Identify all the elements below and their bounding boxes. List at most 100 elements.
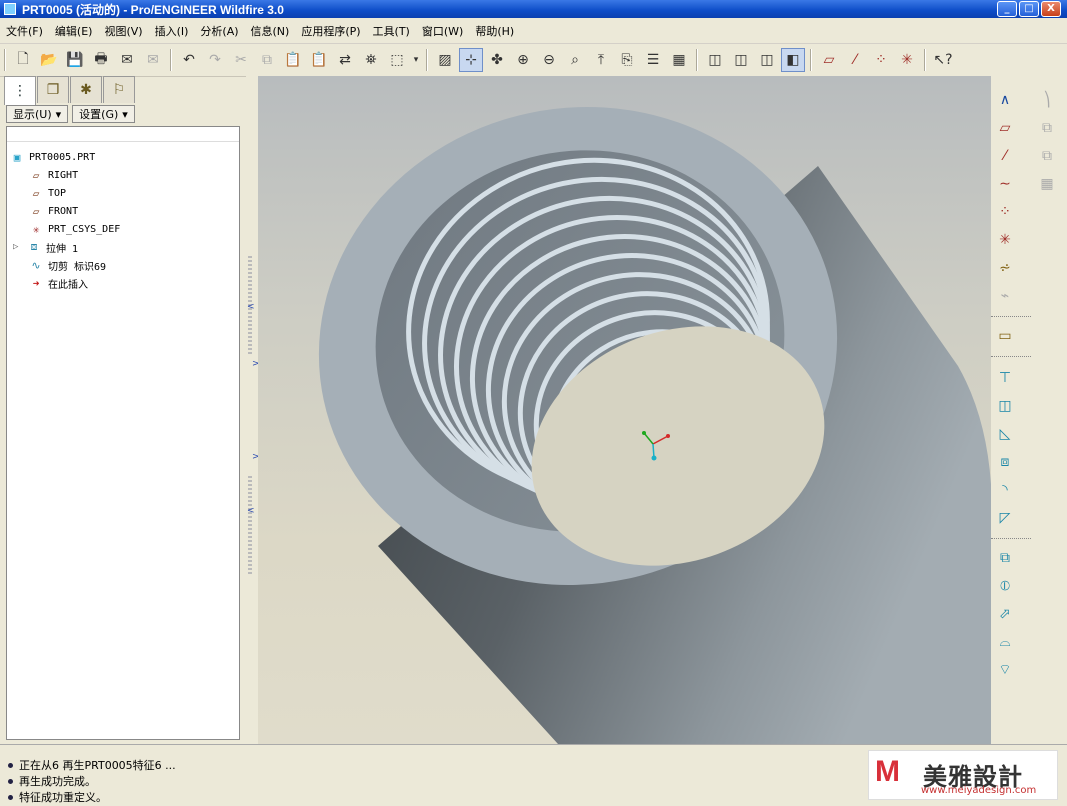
- datum-axis-tool-icon[interactable]: ⁄: [993, 144, 1017, 168]
- mail-attach-icon[interactable]: ✉: [141, 48, 165, 72]
- regenerate-icon[interactable]: ⇄: [333, 48, 357, 72]
- revolve-tool-icon[interactable]: ◫: [993, 394, 1017, 418]
- analysis-icon[interactable]: ⩫: [993, 256, 1017, 280]
- wireframe-icon[interactable]: ◫: [703, 48, 727, 72]
- zoom-out-icon[interactable]: ⊖: [537, 48, 561, 72]
- spin-center-icon[interactable]: ⊹: [459, 48, 483, 72]
- no-hidden-icon[interactable]: ◫: [755, 48, 779, 72]
- rib-icon[interactable]: ⬀: [993, 602, 1017, 626]
- datum-plane-tool-icon[interactable]: ▱: [993, 116, 1017, 140]
- datum-axes-icon[interactable]: ⁄: [843, 48, 867, 72]
- hidden-line-icon[interactable]: ◫: [729, 48, 753, 72]
- menu-help[interactable]: 帮助(H): [469, 23, 520, 39]
- menu-window[interactable]: 窗口(W): [416, 23, 469, 39]
- menu-info[interactable]: 信息(N): [245, 23, 296, 39]
- tree-item-insert-here[interactable]: ➜ 在此插入: [29, 274, 88, 292]
- expand-arrow-icon[interactable]: ▷: [13, 242, 27, 252]
- menu-applications[interactable]: 应用程序(P): [295, 23, 366, 39]
- splitter-grip[interactable]: [248, 476, 252, 576]
- sketch-tool-icon[interactable]: ▭: [993, 324, 1017, 348]
- undo-icon[interactable]: ↶: [177, 48, 201, 72]
- send-mail-icon[interactable]: ✉: [115, 48, 139, 72]
- tree-item-right[interactable]: ▱ RIGHT: [29, 166, 78, 184]
- part-render[interactable]: [258, 76, 991, 744]
- folder-browser-icon[interactable]: ❐: [37, 76, 69, 103]
- tree-item-label: 切剪 标识69: [48, 261, 107, 273]
- intersect-icon[interactable]: ▦: [1035, 172, 1059, 196]
- refit-icon[interactable]: ⌕: [563, 48, 587, 72]
- trim-icon[interactable]: ⌔: [993, 658, 1017, 682]
- datum-planes-icon[interactable]: ▱: [817, 48, 841, 72]
- saved-views-icon[interactable]: ⎘: [615, 48, 639, 72]
- copy-icon[interactable]: ⧉: [255, 48, 279, 72]
- shell-icon[interactable]: ⦶: [993, 574, 1017, 598]
- connections-icon[interactable]: ⚐: [103, 76, 135, 103]
- repaint-icon[interactable]: ▨: [433, 48, 457, 72]
- open-folder-icon[interactable]: 📂: [37, 48, 61, 72]
- status-message: 特征成功重定义。: [8, 789, 107, 805]
- menu-analysis[interactable]: 分析(A): [194, 23, 244, 39]
- find-icon[interactable]: ⛯: [359, 48, 383, 72]
- new-file-icon[interactable]: 🗋: [11, 48, 35, 72]
- layers-icon[interactable]: ☰: [641, 48, 665, 72]
- paste-icon[interactable]: 📋: [281, 48, 305, 72]
- tree-item-front[interactable]: ▱ FRONT: [29, 202, 78, 220]
- tree-item-part[interactable]: ▣ PRT0005.PRT: [10, 148, 96, 166]
- menu-view[interactable]: 视图(V): [98, 23, 148, 39]
- dropdown-icon[interactable]: ▾: [411, 48, 421, 72]
- sketched-datum-icon[interactable]: ∧: [993, 88, 1017, 112]
- graphics-window[interactable]: [258, 76, 991, 744]
- menu-insert[interactable]: 插入(I): [149, 23, 195, 39]
- insert-datum-icon[interactable]: ⌁: [993, 284, 1017, 308]
- reorient-icon[interactable]: ⤒: [589, 48, 613, 72]
- collapse-arrow-icon[interactable]: <: [247, 302, 255, 312]
- print-icon[interactable]: 🖶: [89, 48, 113, 72]
- favorites-icon[interactable]: ✱: [70, 76, 102, 103]
- settings-button[interactable]: 设置(G) ▾: [72, 105, 135, 123]
- zoom-in-icon[interactable]: ⊕: [511, 48, 535, 72]
- menu-edit[interactable]: 编辑(E): [49, 23, 99, 39]
- variable-sweep-icon[interactable]: ◺: [993, 422, 1017, 446]
- pattern-icon[interactable]: ⧉: [1035, 144, 1059, 168]
- maximize-button[interactable]: □: [1019, 1, 1039, 17]
- show-button[interactable]: 显示(U) ▾: [6, 105, 69, 123]
- context-help-icon[interactable]: ↖?: [931, 48, 955, 72]
- csys-tool-icon[interactable]: ✳: [993, 228, 1017, 252]
- bullet-icon: [8, 778, 13, 784]
- redo-icon[interactable]: ↷: [203, 48, 227, 72]
- toolbar-separator: [991, 538, 1031, 540]
- tree-item-top[interactable]: ▱ TOP: [29, 184, 66, 202]
- model-tree-icon[interactable]: ⋮: [4, 76, 36, 105]
- panel-splitter[interactable]: < > > <: [246, 76, 260, 744]
- close-button[interactable]: X: [1041, 1, 1061, 17]
- hole-icon[interactable]: ⧉: [993, 546, 1017, 570]
- main-toolbar: 🗋 📂 💾 🖶 ✉ ✉ ↶ ↷ ✂ ⧉ 📋 📋 ⇄ ⛯ ⬚ ▾ ▨ ⊹ ✤ ⊕ …: [0, 44, 1067, 77]
- menu-tools[interactable]: 工具(T): [367, 23, 416, 39]
- round-icon[interactable]: ◝: [993, 478, 1017, 502]
- datum-curve-icon[interactable]: ∼: [993, 172, 1017, 196]
- blend-icon[interactable]: ⧈: [993, 450, 1017, 474]
- status-message: 再生成功完成。: [8, 773, 96, 789]
- minimize-button[interactable]: _: [997, 1, 1017, 17]
- datum-points-icon[interactable]: ⁘: [869, 48, 893, 72]
- cut-icon[interactable]: ✂: [229, 48, 253, 72]
- chamfer-icon[interactable]: ◸: [993, 506, 1017, 530]
- orient-mode-icon[interactable]: ✤: [485, 48, 509, 72]
- menu-file[interactable]: 文件(F): [0, 23, 49, 39]
- shading-icon[interactable]: ◧: [781, 48, 805, 72]
- paste-special-icon[interactable]: 📋: [307, 48, 331, 72]
- mirror-icon[interactable]: ⎞: [1035, 88, 1059, 112]
- merge-icon[interactable]: ⧉: [1035, 116, 1059, 140]
- save-icon[interactable]: 💾: [63, 48, 87, 72]
- draft-icon[interactable]: ⌓: [993, 630, 1017, 654]
- coordinate-systems-icon[interactable]: ✳: [895, 48, 919, 72]
- select-box-icon[interactable]: ⬚: [385, 48, 409, 72]
- view-manager-icon[interactable]: ▦: [667, 48, 691, 72]
- datum-point-icon[interactable]: ⁘: [993, 200, 1017, 224]
- tree-item-extrude[interactable]: ▷ ⧈ 拉伸 1: [13, 238, 78, 256]
- toolbar-separator: [991, 356, 1031, 358]
- tree-item-cut[interactable]: ∿ 切剪 标识69: [29, 256, 106, 274]
- tree-item-csys[interactable]: ✳ PRT_CSYS_DEF: [29, 220, 121, 238]
- collapse-arrow-icon[interactable]: <: [247, 506, 255, 516]
- extrude-tool-icon[interactable]: ⊤: [993, 366, 1017, 390]
